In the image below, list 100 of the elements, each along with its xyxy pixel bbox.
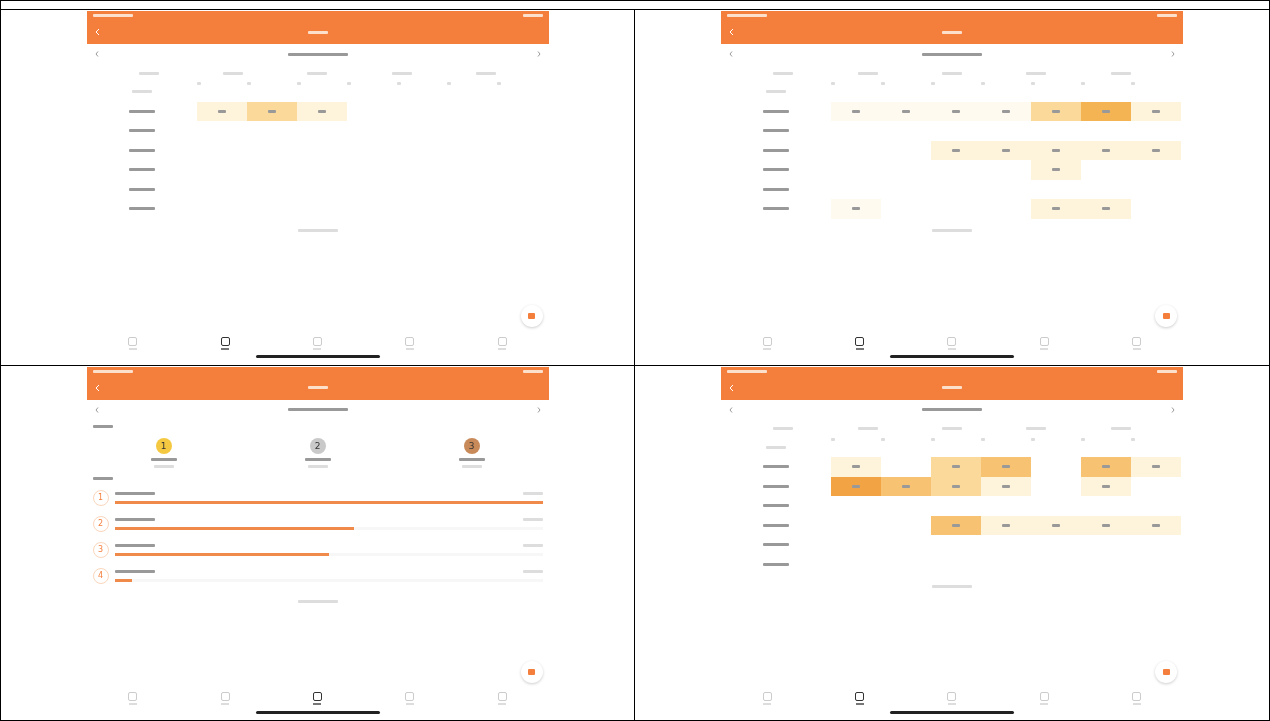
schedule-slot[interactable] <box>1131 140 1181 160</box>
schedule-slot[interactable] <box>1131 457 1181 477</box>
illegible-text <box>831 82 835 85</box>
illegible-text <box>114 491 155 495</box>
schedule-slot[interactable] <box>931 515 981 535</box>
illegible-text <box>522 569 543 573</box>
illegible-text <box>522 369 543 373</box>
schedule-slot[interactable] <box>931 140 981 160</box>
schedule-slot[interactable] <box>1081 476 1131 496</box>
chevron-right-icon[interactable] <box>1171 406 1175 413</box>
illegible-text <box>304 457 331 461</box>
schedule-slot[interactable] <box>981 101 1031 121</box>
illegible-text <box>766 445 786 449</box>
illegible-text <box>1026 427 1047 430</box>
illegible-text <box>446 82 451 85</box>
illegible-text <box>922 52 982 56</box>
chevron-left-icon[interactable] <box>729 406 733 413</box>
schedule-slot[interactable] <box>1131 101 1181 121</box>
schedule-slot[interactable] <box>1031 199 1081 219</box>
schedule-slot[interactable] <box>981 457 1031 477</box>
illegible-text <box>496 82 501 85</box>
illegible-text <box>1110 71 1131 75</box>
illegible-text <box>1081 437 1085 441</box>
illegible-text <box>763 562 789 566</box>
illegible-text <box>881 437 885 441</box>
floating-action-button[interactable] <box>520 660 543 683</box>
schedule-slot[interactable] <box>296 101 347 121</box>
illegible-text <box>458 457 485 461</box>
schedule-slot[interactable] <box>881 476 931 496</box>
illegible-text <box>391 71 412 75</box>
chevron-right-icon[interactable] <box>536 51 541 57</box>
schedule-slot[interactable] <box>1081 101 1131 121</box>
illegible-text <box>522 491 543 495</box>
illegible-text <box>128 168 155 172</box>
illegible-text <box>153 464 174 468</box>
back-icon[interactable] <box>94 383 100 392</box>
illegible-text <box>296 82 301 85</box>
illegible-text <box>396 82 401 85</box>
schedule-slot[interactable] <box>931 476 981 496</box>
chevron-left-icon[interactable] <box>729 51 733 57</box>
chevron-left-icon[interactable] <box>94 406 99 413</box>
illegible-text <box>128 109 155 113</box>
chevron-left-icon[interactable] <box>94 51 99 57</box>
medal-icon: 2 <box>309 437 326 454</box>
illegible-text <box>941 71 962 75</box>
illegible-text <box>346 82 351 85</box>
illegible-text <box>773 427 794 430</box>
schedule-slot[interactable] <box>1031 160 1081 180</box>
schedule-slot[interactable] <box>831 101 881 121</box>
illegible-text <box>942 386 962 389</box>
back-icon[interactable] <box>729 383 734 392</box>
illegible-text <box>763 484 789 488</box>
illegible-text <box>307 386 328 389</box>
schedule-slot[interactable] <box>196 101 247 121</box>
illegible-text <box>1110 427 1131 430</box>
illegible-text <box>92 14 133 17</box>
illegible-text <box>727 14 767 17</box>
illegible-text <box>297 600 338 603</box>
illegible-text <box>128 129 155 133</box>
illegible-text <box>114 543 155 547</box>
illegible-text <box>461 464 482 468</box>
schedule-slot[interactable] <box>1081 457 1131 477</box>
illegible-text <box>287 52 348 56</box>
schedule-slot[interactable] <box>831 457 881 477</box>
illegible-text <box>1131 437 1135 441</box>
floating-action-button[interactable] <box>1155 305 1177 327</box>
illegible-text <box>763 109 789 113</box>
schedule-slot[interactable] <box>981 515 1031 535</box>
back-icon[interactable] <box>729 28 734 36</box>
schedule-slot[interactable] <box>1031 101 1081 121</box>
illegible-text <box>92 425 113 428</box>
floating-action-button[interactable] <box>520 305 543 327</box>
illegible-text <box>1157 14 1177 17</box>
illegible-text <box>307 464 328 468</box>
illegible-text <box>763 168 789 172</box>
back-icon[interactable] <box>94 28 100 36</box>
illegible-text <box>131 90 152 94</box>
schedule-slot[interactable] <box>831 476 881 496</box>
illegible-text <box>831 437 835 441</box>
chevron-right-icon[interactable] <box>1171 51 1175 57</box>
schedule-slot[interactable] <box>1131 515 1181 535</box>
schedule-slot[interactable] <box>246 101 297 121</box>
illegible-text <box>857 71 878 75</box>
illegible-text <box>981 437 985 441</box>
illegible-text <box>246 82 251 85</box>
chevron-right-icon[interactable] <box>536 406 541 413</box>
illegible-text <box>931 437 935 441</box>
illegible-text <box>114 517 155 521</box>
illegible-text <box>931 82 935 85</box>
illegible-text <box>763 207 789 211</box>
floating-action-button[interactable] <box>1155 660 1177 683</box>
schedule-slot[interactable] <box>931 457 981 477</box>
schedule-slot[interactable] <box>981 476 1031 496</box>
schedule-slot[interactable] <box>831 199 881 219</box>
illegible-text <box>763 504 789 508</box>
illegible-text <box>932 584 972 588</box>
illegible-text <box>763 523 789 527</box>
illegible-text <box>727 369 767 373</box>
schedule-slot[interactable] <box>1081 199 1131 219</box>
illegible-text <box>881 82 885 85</box>
